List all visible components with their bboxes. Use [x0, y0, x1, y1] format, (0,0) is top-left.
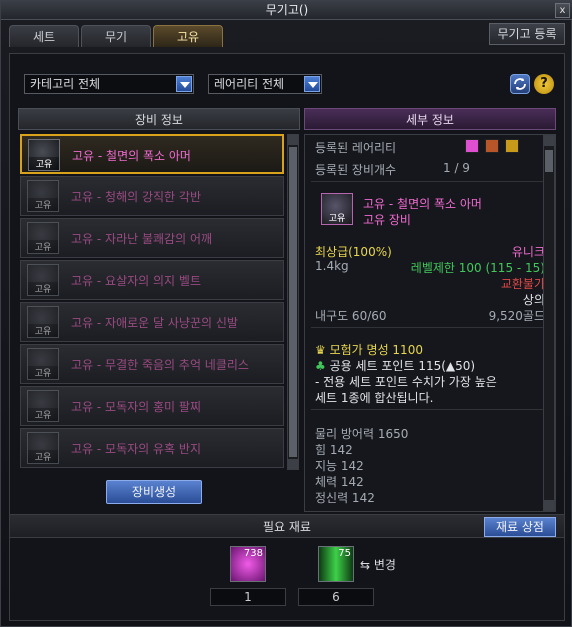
set-note-line-2: 세트 1종에 합산됩니다.: [315, 391, 434, 405]
rarity-check-unique[interactable]: [465, 139, 479, 153]
stat-vitality: 체력 142: [315, 475, 364, 489]
tab-unique[interactable]: 고유: [153, 25, 223, 47]
tab-set[interactable]: 세트: [9, 25, 79, 47]
equipment-info-header: 장비 정보: [18, 108, 300, 130]
item-name: 고유 - 모독자의 유혹 반지: [71, 442, 201, 456]
leggings-icon: 고유: [27, 180, 59, 212]
list-item[interactable]: 고유 고유 - 요살자의 의지 벨트: [20, 260, 284, 300]
item-name: 고유 - 무결한 죽음의 추억 네클리스: [71, 358, 249, 372]
divider: [311, 327, 549, 328]
divider: [311, 181, 549, 182]
window-title: 무기고(): [265, 3, 309, 17]
stat-spirit: 정신력 142: [315, 491, 375, 505]
chevron-down-icon: [176, 76, 192, 92]
detail-info-header: 세부 정보: [304, 108, 556, 130]
detail-item-name: 고유 - 철면의 폭소 아머: [363, 197, 482, 211]
scroll-up-icon[interactable]: [544, 136, 554, 146]
material-owned-count: 738: [243, 548, 263, 559]
detail-item-type: 고유 장비: [363, 213, 411, 227]
material-shop-button[interactable]: 재료 상점: [484, 517, 556, 537]
shoes-icon: 고유: [27, 306, 59, 338]
scrollbar-thumb[interactable]: [289, 147, 297, 457]
tab-weapon[interactable]: 무기: [81, 25, 151, 47]
stat-physical-defense: 물리 방어력 1650: [315, 427, 409, 441]
rarity-check-epic[interactable]: [505, 139, 519, 153]
item-name: 고유 - 자라난 불쾌감의 어깨: [71, 232, 213, 246]
item-slot: 상의: [522, 293, 545, 307]
divider: [311, 409, 549, 410]
item-name: 고유 - 철면의 폭소 아머: [72, 149, 191, 163]
item-name: 고유 - 자애로운 달 사냥꾼의 신발: [71, 316, 238, 330]
purple-orb-icon[interactable]: 738: [230, 546, 266, 582]
scroll-down-icon[interactable]: [544, 500, 554, 510]
materials-header: 필요 재료: [10, 514, 564, 538]
list-item[interactable]: 고유 고유 - 청해의 강직한 각반: [20, 176, 284, 216]
category-select[interactable]: 카테고리 전체: [24, 74, 194, 94]
item-price: 9,520골드: [488, 309, 545, 323]
stat-intelligence: 지능 142: [315, 459, 364, 473]
fame-line: ♛ 모험가 명성 1100: [315, 341, 423, 358]
window-titlebar: 무기고() x: [1, 1, 572, 20]
rarity-check-legendary[interactable]: [485, 139, 499, 153]
stat-strength: 힘 142: [315, 443, 353, 457]
set-note-line-1: - 전용 세트 포인트 수치가 가장 높은: [315, 375, 497, 389]
rarity-select-value: 레어리티 전체: [214, 77, 285, 91]
armory-window: 무기고() x 세트 무기 고유 무기고 등록 카테고리 전체 레어리티 전체 …: [0, 0, 572, 627]
ring-icon: 고유: [27, 432, 59, 464]
scroll-down-icon[interactable]: [288, 459, 298, 469]
item-name: 고유 - 모독자의 홍미 팔찌: [71, 400, 201, 414]
set-point-icon: ♣: [315, 359, 326, 373]
list-item[interactable]: 고유 고유 - 철면의 폭소 아머: [20, 134, 284, 174]
change-label: 변경: [373, 558, 396, 572]
registered-rarity-label: 등록된 레어리티: [315, 141, 397, 155]
list-item[interactable]: 고유 고유 - 모독자의 홍미 팔찌: [20, 386, 284, 426]
list-item[interactable]: 고유 고유 - 무결한 죽음의 추억 네클리스: [20, 344, 284, 384]
change-material-button[interactable]: ⇆ 변경: [360, 556, 396, 573]
necklace-icon: 고유: [27, 348, 59, 380]
list-item[interactable]: 고유 고유 - 모독자의 유혹 반지: [20, 428, 284, 468]
material-required-count: 1: [210, 588, 286, 606]
detail-panel: 등록된 레어리티 등록된 장비개수 1 / 9 고유 고유 - 철면의 폭소 아…: [304, 134, 556, 512]
green-crystal-icon[interactable]: 75: [318, 546, 354, 582]
list-item[interactable]: 고유 고유 - 자라난 불쾌감의 어깨: [20, 218, 284, 258]
registered-count-value: 1 / 9: [443, 161, 470, 175]
bracelet-icon: 고유: [27, 390, 59, 422]
item-weight: 1.4kg: [315, 259, 349, 273]
scrollbar-thumb[interactable]: [545, 150, 553, 172]
swap-icon: ⇆: [360, 558, 371, 572]
scroll-up-icon[interactable]: [288, 135, 298, 145]
equipment-list-scrollbar[interactable]: [287, 134, 299, 470]
material-owned-count: 75: [338, 548, 351, 559]
material-required-count: 6: [298, 588, 374, 606]
item-level-limit: 레벨제한 100 (115 - 15): [410, 261, 545, 275]
shoulder-icon: 고유: [27, 222, 59, 254]
armor-icon: 고유: [321, 193, 353, 225]
armor-icon: 고유: [28, 139, 60, 171]
detail-scrollbar[interactable]: [543, 135, 555, 511]
help-button[interactable]: ?: [534, 74, 554, 94]
category-select-value: 카테고리 전체: [30, 77, 101, 91]
item-trade-status: 교환불가: [500, 277, 545, 291]
belt-icon: 고유: [27, 264, 59, 296]
fame-value: 모험가 명성 1100: [329, 343, 423, 357]
set-point-line: ♣ 공용 세트 포인트 115(▲50): [315, 357, 475, 374]
list-item[interactable]: 고유 고유 - 자애로운 달 사냥꾼의 신발: [20, 302, 284, 342]
refresh-icon: [514, 78, 526, 90]
item-grade: 최상급(100%): [315, 245, 392, 259]
chevron-down-icon: [304, 76, 320, 92]
set-point-value: 공용 세트 포인트 115(▲50): [329, 359, 476, 373]
fame-icon: ♛: [315, 343, 326, 357]
item-name: 고유 - 요살자의 의지 벨트: [71, 274, 201, 288]
close-button[interactable]: x: [555, 3, 570, 18]
item-durability: 내구도 60/60: [315, 309, 387, 323]
refresh-button[interactable]: [510, 74, 530, 94]
item-name: 고유 - 청해의 강직한 각반: [71, 190, 201, 204]
generate-equipment-button[interactable]: 장비생성: [106, 480, 202, 504]
equipment-list: 고유 고유 - 철면의 폭소 아머 고유 고유 - 청해의 강직한 각반 고유 …: [20, 134, 286, 526]
item-rarity: 유니크: [511, 245, 545, 259]
registered-count-label: 등록된 장비개수: [315, 163, 397, 177]
main-panel: 카테고리 전체 레어리티 전체 ? 장비 정보 고유 고유 - 철면의 폭소 아…: [9, 53, 565, 621]
rarity-select[interactable]: 레어리티 전체: [208, 74, 322, 94]
register-armory-button[interactable]: 무기고 등록: [489, 23, 565, 45]
